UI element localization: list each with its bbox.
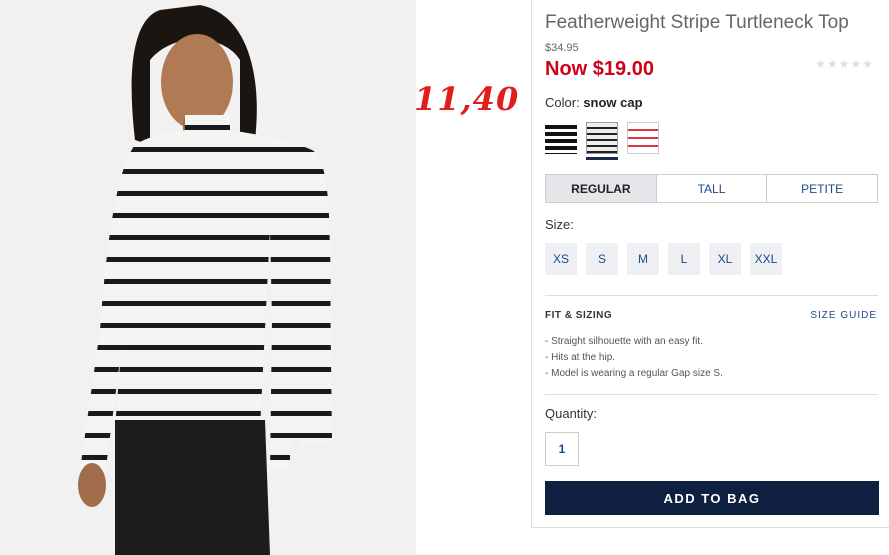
- size-m-button[interactable]: M: [627, 243, 659, 275]
- fit-detail-item: - Straight silhouette with an easy fit.: [545, 336, 703, 347]
- divider: [545, 394, 878, 395]
- color-label: Color:: [545, 95, 580, 110]
- fit-detail-item: - Hits at the hip.: [545, 352, 616, 363]
- size-xs-button[interactable]: XS: [545, 243, 577, 275]
- color-selection: Color: snow cap: [545, 95, 643, 110]
- original-price: $34.95: [545, 42, 579, 54]
- product-title: Featherweight Stripe Turtleneck Top: [545, 12, 849, 33]
- quantity-input[interactable]: 1: [545, 432, 579, 466]
- sale-price: Now $19.00: [545, 58, 654, 80]
- color-value: snow cap: [583, 95, 643, 110]
- size-s-button[interactable]: S: [586, 243, 618, 275]
- fit-details-list: - Straight silhouette with an easy fit. …: [545, 334, 723, 382]
- tab-petite[interactable]: PETITE: [766, 175, 877, 202]
- size-label: Size:: [545, 217, 574, 232]
- size-guide-link[interactable]: SIZE GUIDE: [810, 310, 877, 321]
- rating-stars[interactable]: ★★★★★: [815, 57, 874, 71]
- selected-swatch-indicator: [586, 157, 618, 160]
- size-xxl-button[interactable]: XXL: [750, 243, 782, 275]
- add-to-bag-button[interactable]: ADD TO BAG: [545, 481, 879, 515]
- price-annotation: 11,40: [414, 80, 520, 118]
- size-options: XS S M L XL XXL: [545, 243, 791, 275]
- swatch-snow-cap[interactable]: [586, 122, 618, 154]
- quantity-label: Quantity:: [545, 406, 598, 421]
- swatch-black-stripe[interactable]: [545, 122, 577, 154]
- tab-tall[interactable]: TALL: [655, 175, 767, 202]
- fit-tabs: REGULAR TALL PETITE: [545, 174, 878, 203]
- fit-sizing-heading: FIT & SIZING: [545, 310, 613, 321]
- size-l-button[interactable]: L: [668, 243, 700, 275]
- swatch-red-stripe[interactable]: [627, 122, 659, 154]
- product-image: [0, 0, 416, 555]
- divider: [545, 295, 878, 296]
- fit-detail-item: - Model is wearing a regular Gap size S.: [545, 368, 723, 379]
- tab-regular[interactable]: REGULAR: [546, 175, 656, 202]
- size-xl-button[interactable]: XL: [709, 243, 741, 275]
- product-info-panel: Featherweight Stripe Turtleneck Top $34.…: [531, 0, 889, 528]
